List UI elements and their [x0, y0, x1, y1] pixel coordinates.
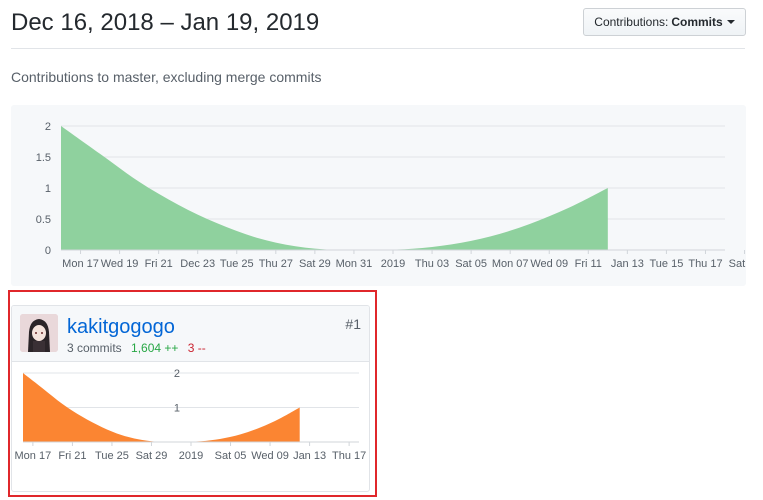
main-x-tick-label: Sat 05 [455, 258, 487, 270]
main-x-tick-label: Fri 21 [145, 258, 173, 270]
main-x-tick-label: Thu 27 [259, 258, 293, 270]
main-x-tick-label: Tue 25 [220, 258, 254, 270]
main-x-tick-label: Mon 17 [62, 258, 99, 270]
caret-down-icon [726, 20, 735, 24]
main-x-tick-label: Fri 11 [575, 258, 602, 270]
main-x-tick-label: Tue 15 [649, 258, 683, 270]
page-title: Dec 16, 2018 – Jan 19, 2019 [11, 9, 320, 36]
main-y-tick-label: 1.5 [36, 152, 51, 164]
main-x-tick-label: Sat 19 [729, 258, 746, 270]
main-y-tick-label: 0 [45, 245, 51, 257]
main-x-tick-label: Mon 31 [336, 258, 373, 270]
page-subtitle: Contributions to master, excluding merge… [11, 69, 322, 85]
main-x-tick-label: Mon 07 [492, 258, 529, 270]
main-x-tick-label: 2019 [381, 258, 405, 270]
main-y-tick-label: 1 [45, 183, 51, 195]
main-x-tick-label: Jan 13 [611, 258, 644, 270]
main-x-tick-label: Thu 17 [688, 258, 722, 270]
main-y-tick-label: 0.5 [36, 214, 51, 226]
contributions-type-dropdown[interactable]: Contributions: Commits [583, 8, 746, 36]
main-y-tick-label: 2 [45, 121, 51, 133]
main-x-tick-label: Wed 09 [530, 258, 568, 270]
dropdown-value: Commits [671, 15, 723, 29]
main-x-tick-label: Wed 19 [101, 258, 139, 270]
main-x-tick-label: Dec 23 [180, 258, 215, 270]
main-contributions-chart: 0 0.5 1 1.5 2 Mon 17 Wed 19 Fri 21 Dec 23 Tue 25 T… [11, 105, 746, 286]
card-highlight-box [8, 290, 377, 497]
main-x-tick-label: Sat 29 [299, 258, 331, 270]
page-header: Dec 16, 2018 – Jan 19, 2019 Contribution… [11, 0, 746, 49]
main-chart-svg: 0 0.5 1 1.5 2 Mon 17 Wed 19 Fri 21 Dec 23 Tue 25 T… [36, 121, 746, 270]
main-x-tick-label: Thu 03 [415, 258, 449, 270]
dropdown-label: Contributions: [594, 15, 669, 29]
